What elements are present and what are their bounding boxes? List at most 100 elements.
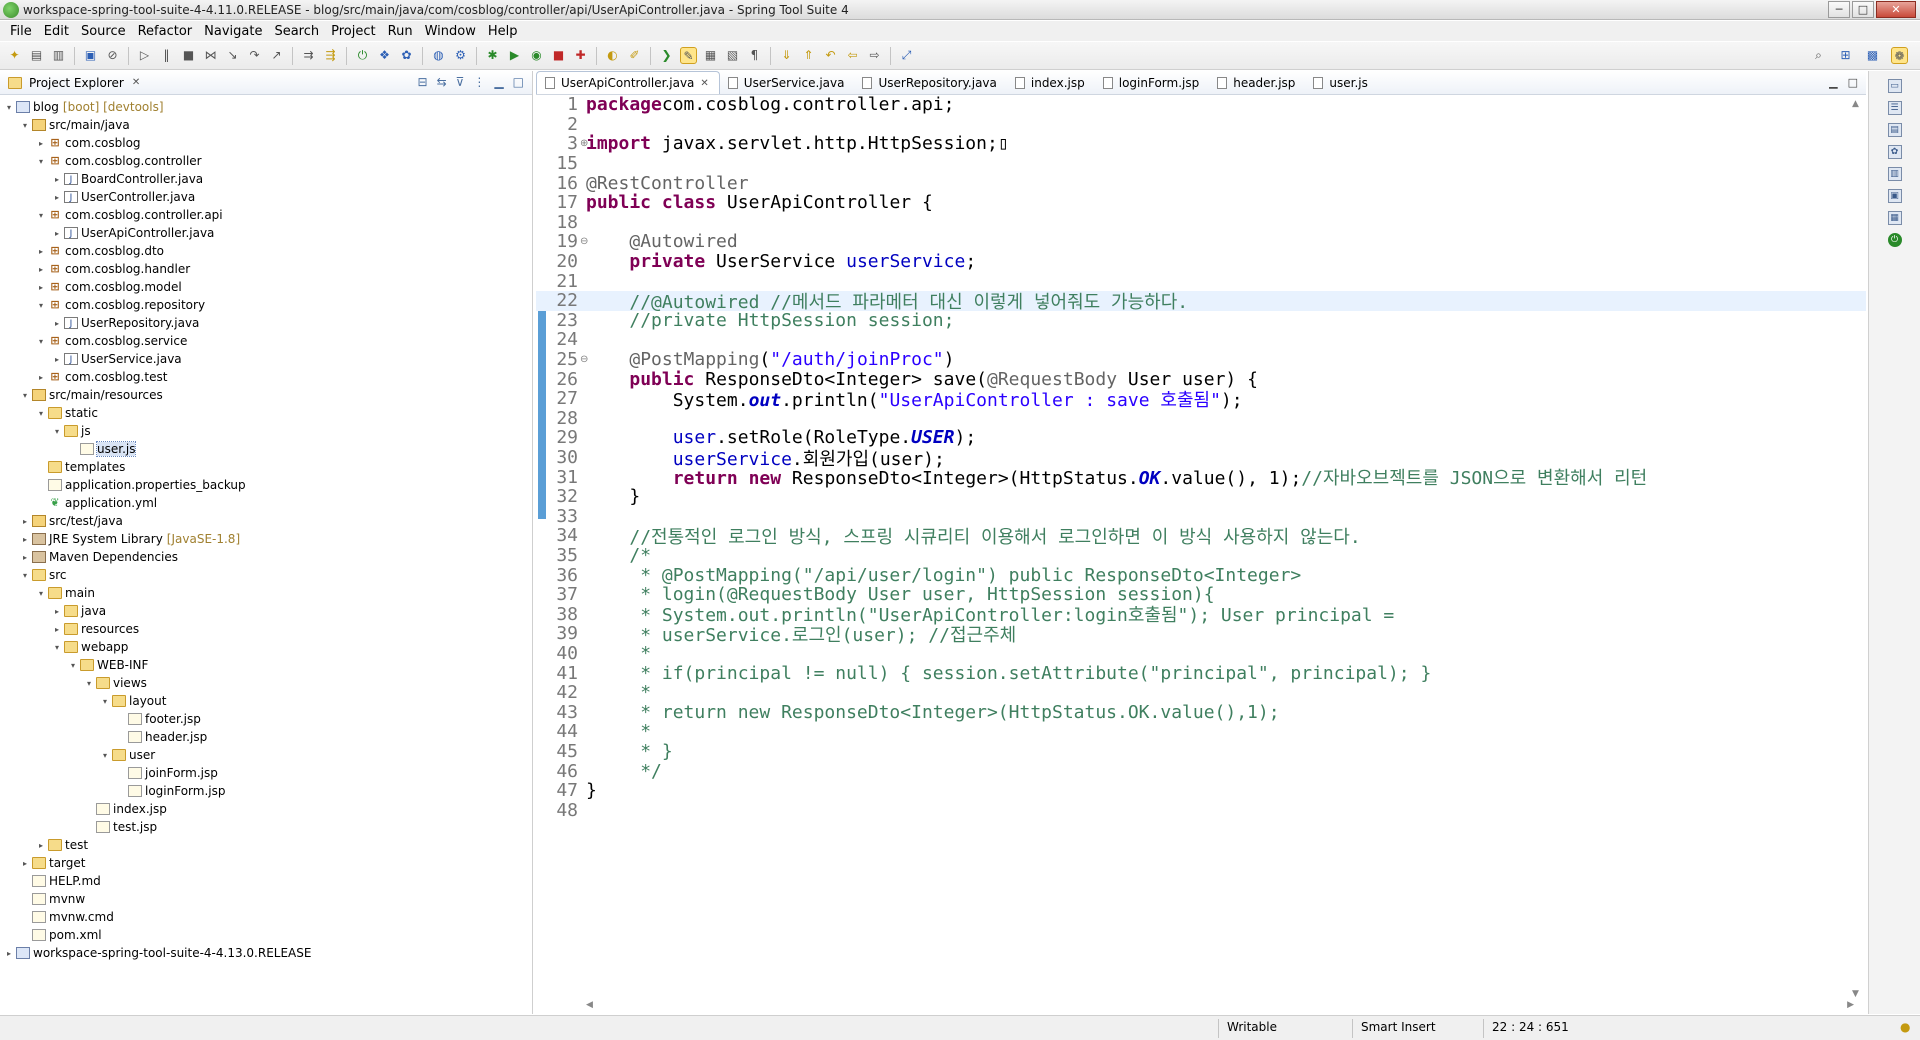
maximize-editor-icon[interactable]: □ [1848,76,1858,89]
status-insert-mode[interactable]: Smart Insert [1361,1020,1436,1034]
step-into-icon[interactable]: ↘ [224,47,241,64]
expanded-arrow-icon[interactable]: ▾ [36,211,46,220]
tree-item[interactable]: ▸ ⊞ com.cosblog.model [0,278,532,296]
editor-tab[interactable]: UserService.java [720,71,855,94]
tree-item[interactable]: ▾ ⊞ com.cosblog.repository [0,296,532,314]
tree-item[interactable]: header.jsp [0,728,532,746]
code-line[interactable]: 2 [536,114,1866,135]
tree-item[interactable]: mvnw.cmd [0,908,532,926]
tree-item[interactable]: ▸ ⊞ com.cosblog.test [0,368,532,386]
debug-icon[interactable]: ✱ [484,47,501,64]
minimize-button[interactable]: ─ [1828,1,1850,18]
tree-item[interactable]: HELP.md [0,872,532,890]
stop-icon[interactable]: ■ [550,47,567,64]
code-line[interactable]: 15 [536,153,1866,174]
code-line[interactable]: 23 //private HttpSession session; [536,310,1866,331]
console-icon[interactable]: ▣ [1887,189,1902,203]
expanded-arrow-icon[interactable]: ▾ [100,751,110,760]
expanded-arrow-icon[interactable]: ▾ [52,427,62,436]
tree-item[interactable]: ▸ ⊞ com.cosblog.handler [0,260,532,278]
expanded-arrow-icon[interactable]: ▾ [36,589,46,598]
show-whitespace-icon[interactable]: ¶ [746,47,763,64]
tree-item[interactable]: mvnw [0,890,532,908]
code-line[interactable]: 1 packagecom.cosblog.controller.api; [536,95,1866,115]
menu-source[interactable]: Source [75,24,132,39]
suspend-icon[interactable]: ‖ [158,47,175,64]
tree-item[interactable]: ▾ src/main/java [0,116,532,134]
code-line[interactable]: 31 return new ResponseDto<Integer>(HttpS… [536,467,1866,490]
code-line[interactable]: 35 /* [536,545,1866,566]
tree-item[interactable]: ▸ workspace-spring-tool-suite-4-4.13.0.RE… [0,944,532,962]
java-ee-perspective-icon[interactable]: ▩ [1864,47,1881,64]
tree-item[interactable]: ▾ blog [boot] [devtools] [0,98,532,116]
collapsed-arrow-icon[interactable]: ▸ [52,229,62,238]
minimize-editor-icon[interactable]: ▁ [1829,76,1837,89]
code-line[interactable]: 36 * @PostMapping("/api/user/login") pub… [536,565,1866,586]
terminal-icon[interactable]: ▣ [82,47,99,64]
code-line[interactable]: 28 [536,408,1866,429]
code-line[interactable]: 48 [536,800,1866,821]
collapsed-arrow-icon[interactable]: ▸ [4,949,14,958]
editor-tab[interactable]: user.js [1305,71,1377,94]
open-task-icon[interactable]: ✐ [626,47,643,64]
collapsed-arrow-icon[interactable]: ▸ [52,625,62,634]
tree-item[interactable]: ▸ target [0,854,532,872]
tree-item[interactable]: joinForm.jsp [0,764,532,782]
horizontal-scrollbar[interactable]: ◀ ▶ [586,1000,1854,1010]
forward-icon[interactable]: ⇨ [866,47,883,64]
tree-item[interactable]: loginForm.jsp [0,782,532,800]
code-line[interactable]: 17 public class UserApiController { [536,192,1866,213]
run-icon[interactable]: ▶ [506,47,523,64]
expanded-arrow-icon[interactable]: ▾ [36,409,46,418]
collapsed-arrow-icon[interactable]: ▸ [20,859,30,868]
tree-item[interactable]: index.jsp [0,800,532,818]
back-icon[interactable]: ⇦ [844,47,861,64]
expanded-arrow-icon[interactable]: ▾ [20,571,30,580]
mark-occurrences-icon[interactable]: ✎ [680,47,697,64]
save-all-icon[interactable]: ▥ [50,47,67,64]
expanded-arrow-icon[interactable]: ▾ [68,661,78,670]
code-line[interactable]: 20 private UserService userService; [536,251,1866,272]
close-tab-icon[interactable]: ✕ [700,78,708,89]
project-explorer-title[interactable]: Project Explorer [29,76,124,90]
tree-item[interactable]: ▾ views [0,674,532,692]
new-server-icon[interactable]: ⚙ [452,47,469,64]
menu-help[interactable]: Help [482,24,524,39]
expanded-arrow-icon[interactable]: ▾ [36,301,46,310]
view-menu-icon[interactable]: ⋮ [473,75,485,89]
menu-project[interactable]: Project [325,24,381,39]
tree-item[interactable]: ▸ ⊞ com.cosblog [0,134,532,152]
tree-item[interactable]: ▾ js [0,422,532,440]
collapsed-arrow-icon[interactable]: ▸ [52,355,62,364]
tree-item[interactable]: ▾ ⊞ com.cosblog.service [0,332,532,350]
expanded-arrow-icon[interactable]: ▾ [4,103,14,112]
tree-item[interactable]: ▸ src/test/java [0,512,532,530]
external-tools-icon[interactable]: ✚ [572,47,589,64]
tree-item[interactable]: ▸ resources [0,620,532,638]
collapsed-arrow-icon[interactable]: ▸ [52,193,62,202]
menu-file[interactable]: File [4,24,38,39]
code-line[interactable]: 27 System.out.println("UserApiController… [536,388,1866,411]
tree-item[interactable]: ▾ src/main/resources [0,386,532,404]
open-type-icon[interactable]: ◐ [604,47,621,64]
editor-tab[interactable]: UserRepository.java [854,71,1006,94]
expanded-arrow-icon[interactable]: ▾ [20,121,30,130]
tree-item[interactable]: test.jsp [0,818,532,836]
block-selection-icon[interactable]: ▦ [702,47,719,64]
editor-tab[interactable]: UserApiController.java ✕ [536,71,720,94]
editor-tab[interactable]: loginForm.jsp [1095,71,1209,94]
collapse-all-icon[interactable]: ⊟ [418,75,428,89]
code-line[interactable]: 43 * return new ResponseDto<Integer>(Htt… [536,702,1866,723]
new-spring-project-icon[interactable]: ❖ [376,47,393,64]
spring-boot-dashboard-icon[interactable]: ⏻ [354,47,371,64]
code-line[interactable]: 42 * [536,682,1866,703]
library-icon[interactable]: ▥ [1887,167,1902,181]
code-line[interactable]: 3 ⊕ import javax.servlet.http.HttpSession;… [536,133,1866,154]
tree-item[interactable]: ▸ java [0,602,532,620]
maximize-view-icon[interactable]: □ [513,75,524,89]
code-area[interactable]: ▲ ▼ ◀ ▶ 1 packagecom.cosblog.controller.a… [536,95,1866,1014]
editor-tab[interactable]: header.jsp [1209,71,1305,94]
tree-item[interactable]: user.js [0,440,532,458]
tree-item[interactable]: ▸ J UserService.java [0,350,532,368]
menu-edit[interactable]: Edit [38,24,75,39]
